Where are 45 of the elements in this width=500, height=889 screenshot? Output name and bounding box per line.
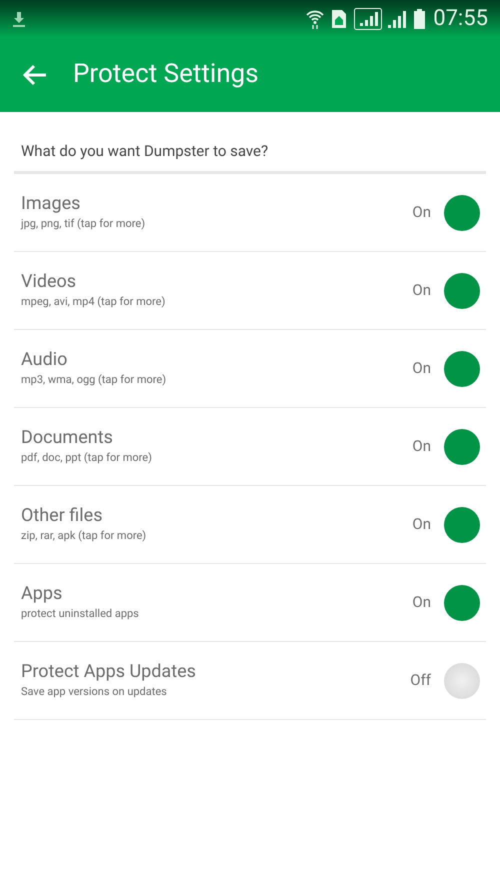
- setting-subtitle: pdf, doc, ppt (tap for more): [21, 450, 153, 466]
- setting-row[interactable]: Audio mp3, wma, ogg (tap for more) On: [14, 330, 486, 408]
- toggle-state-label: On: [412, 436, 431, 458]
- screen-title: Protect Settings: [73, 58, 259, 91]
- toggle-state-label: On: [412, 358, 431, 380]
- setting-row[interactable]: Images jpg, png, tif (tap for more) On: [14, 174, 486, 252]
- toggle-state-label: On: [412, 514, 431, 536]
- toggle[interactable]: [444, 194, 480, 230]
- setting-row[interactable]: Videos mpeg, avi, mp4 (tap for more) On: [14, 252, 486, 330]
- setting-title: Protect Apps Updates: [21, 660, 197, 684]
- setting-row[interactable]: Protect Apps Updates Save app versions on updates Off: [14, 642, 486, 720]
- setting-subtitle: Save app versions on updates: [21, 684, 168, 700]
- setting-title: Other files: [21, 504, 104, 528]
- setting-subtitle: protect uninstalled apps: [21, 606, 140, 622]
- back-arrow-icon: [23, 64, 47, 86]
- setting-row[interactable]: Apps protect uninstalled apps On: [14, 564, 486, 642]
- sim-icon: [332, 10, 346, 28]
- status-time: 07:55: [433, 5, 488, 33]
- toggle-state-label: On: [412, 592, 431, 614]
- battery-icon: [414, 8, 426, 28]
- toggle-state-label: On: [412, 280, 431, 302]
- setting-subtitle: jpg, png, tif (tap for more): [21, 216, 146, 232]
- setting-subtitle: mpeg, avi, mp4 (tap for more): [21, 294, 166, 310]
- download-icon: [12, 10, 26, 26]
- setting-row[interactable]: Other files zip, rar, apk (tap for more) On: [14, 486, 486, 564]
- toggle[interactable]: [444, 350, 480, 386]
- wifi-icon: [306, 8, 324, 28]
- setting-subtitle: zip, rar, apk (tap for more): [21, 528, 148, 544]
- setting-title: Audio: [21, 348, 68, 372]
- setting-title: Apps: [21, 582, 64, 606]
- toggle[interactable]: [444, 272, 480, 308]
- toggle[interactable]: [444, 428, 480, 464]
- setting-title: Documents: [21, 426, 114, 450]
- setting-subtitle: mp3, wma, ogg (tap for more): [21, 372, 168, 388]
- setting-title: Images: [21, 192, 82, 216]
- signal-icon: [386, 10, 406, 28]
- toggle-state-label: Off: [410, 670, 431, 692]
- toggle-state-label: On: [412, 202, 431, 224]
- setting-row[interactable]: Documents pdf, doc, ppt (tap for more) On: [14, 408, 486, 486]
- setting-title: Videos: [21, 270, 78, 294]
- toggle[interactable]: [444, 662, 480, 698]
- toggle[interactable]: [444, 584, 480, 620]
- signal-icon: [354, 8, 382, 30]
- section-header: What do you want Dumpster to save?: [21, 140, 268, 162]
- toggle[interactable]: [444, 506, 480, 542]
